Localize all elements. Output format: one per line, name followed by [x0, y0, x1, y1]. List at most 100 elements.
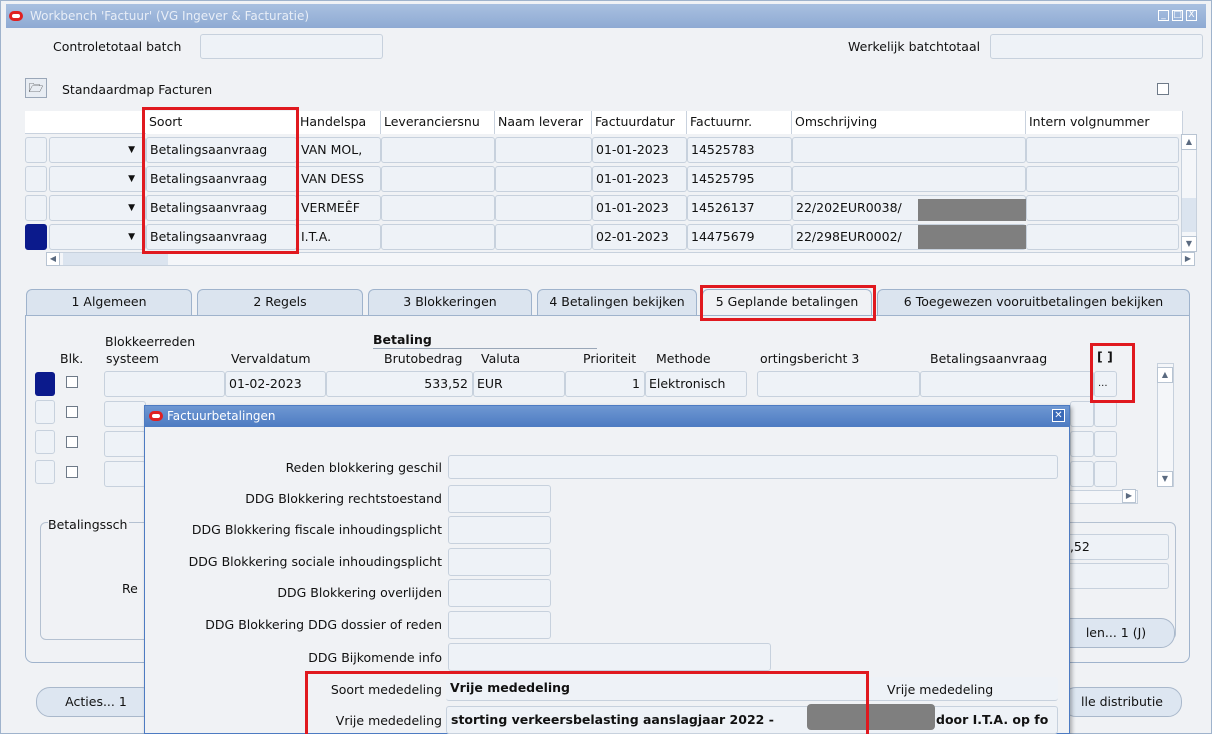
cell-ortingsbericht[interactable] — [757, 371, 920, 397]
grid-vertical-scrollbar[interactable] — [1181, 134, 1197, 252]
blk-checkbox[interactable] — [66, 376, 78, 388]
cell-leveranciersnummer[interactable] — [381, 166, 495, 192]
cell-factuurdatum[interactable]: 02-01-2023 — [592, 224, 687, 250]
folder-icon[interactable]: 🗁 — [25, 78, 47, 98]
cell-betalingsaanvraag[interactable] — [1070, 461, 1094, 487]
maximize-button[interactable]: □ — [1172, 10, 1183, 21]
cell-intern-volgnummer[interactable] — [1026, 137, 1179, 163]
cell-betalingsaanvraag[interactable] — [920, 371, 1094, 397]
cell-handelspartner[interactable]: VERMEÊF — [297, 195, 381, 221]
row-selector[interactable] — [25, 166, 47, 192]
cell-blokkeerreden[interactable] — [104, 461, 146, 487]
cell-intern-volgnummer[interactable] — [1026, 224, 1179, 250]
dialog-close-icon[interactable]: ✕ — [1052, 409, 1065, 422]
cell-soort[interactable]: Betalingsaanvraag — [146, 137, 297, 163]
field-ddg-sociale[interactable] — [448, 548, 551, 576]
scroll-up-icon[interactable]: ▲ — [1157, 367, 1173, 383]
scroll-right-icon[interactable]: ▶ — [1181, 252, 1195, 266]
sched-row-selector-current[interactable] — [35, 372, 55, 396]
row-dropdown[interactable]: ▼ — [49, 137, 146, 163]
cell-betalingsaanvraag[interactable] — [1070, 401, 1094, 427]
scroll-down-icon[interactable]: ▼ — [1157, 471, 1173, 487]
row-dropdown[interactable]: ▼ — [49, 166, 146, 192]
cell-naam-leverancier[interactable] — [495, 224, 592, 250]
grid-horizontal-scrollbar[interactable] — [46, 252, 1195, 266]
hscroll-thumb[interactable] — [63, 253, 168, 265]
cell-factuurdatum[interactable]: 01-01-2023 — [592, 195, 687, 221]
tab-regels[interactable]: 2 Regels — [197, 289, 363, 315]
cell-factuurnr[interactable]: 14526137 — [687, 195, 792, 221]
cell-intern-volgnummer[interactable] — [1026, 166, 1179, 192]
row-dropdown[interactable]: ▼ — [49, 195, 146, 221]
cell-blokkeerreden[interactable] — [104, 371, 225, 397]
col-factuurdatum[interactable]: Factuurdatur — [592, 111, 687, 134]
row-selector[interactable] — [25, 137, 47, 163]
scroll-left-icon[interactable]: ◀ — [46, 252, 60, 266]
cell-naam-leverancier[interactable] — [495, 137, 592, 163]
tab-algemeen[interactable]: 1 Algemeen — [26, 289, 192, 315]
cell-naam-leverancier[interactable] — [495, 166, 592, 192]
folder-checkbox[interactable] — [1157, 83, 1169, 95]
blk-checkbox[interactable] — [66, 406, 78, 418]
cell-brutobedrag[interactable]: 533,52 — [326, 371, 473, 397]
field-reden-blokkering-geschil[interactable] — [448, 455, 1058, 479]
cell-flex-dots[interactable] — [1094, 401, 1117, 427]
row-selector-current[interactable] — [25, 224, 47, 250]
sched-row-selector[interactable] — [35, 460, 55, 484]
distributie-button[interactable]: lle distributie — [1062, 687, 1182, 717]
cell-naam-leverancier[interactable] — [495, 195, 592, 221]
cell-prioriteit[interactable]: 1 — [565, 371, 645, 397]
tab-blokkeringen[interactable]: 3 Blokkeringen — [368, 289, 532, 315]
sched-row-selector[interactable] — [35, 400, 55, 424]
blk-checkbox[interactable] — [66, 466, 78, 478]
field-ddg-bijkomende-info[interactable] — [448, 643, 771, 671]
blk-checkbox[interactable] — [66, 436, 78, 448]
col-omschrijving[interactable]: Omschrijving — [792, 111, 1026, 134]
field-ddg-dossier[interactable] — [448, 611, 551, 639]
col-factuurnr[interactable]: Factuurnr. — [687, 111, 792, 134]
acties-button[interactable]: Acties... 1 — [36, 687, 156, 717]
cell-blokkeerreden[interactable] — [104, 431, 146, 457]
col-soort[interactable]: Soort — [146, 111, 297, 134]
cell-betalingsaanvraag[interactable] — [1070, 431, 1094, 457]
cell-omschrijving[interactable] — [792, 137, 1026, 163]
controletotaal-field[interactable] — [200, 34, 383, 59]
details-button[interactable]: len... 1 (J) — [1057, 618, 1175, 648]
field-ddg-overlijden[interactable] — [448, 579, 551, 607]
tab-geplande-betalingen[interactable]: 5 Geplande betalingen — [702, 289, 872, 315]
row-dropdown[interactable]: ▼ — [49, 224, 146, 250]
cell-intern-volgnummer[interactable] — [1026, 195, 1179, 221]
row-selector[interactable] — [25, 195, 47, 221]
cell-handelspartner[interactable]: VAN MOL, — [297, 137, 381, 163]
close-button[interactable]: X — [1186, 10, 1197, 21]
field-ddg-fiscale[interactable] — [448, 516, 551, 544]
tab-toegewezen-vooruitbetalingen[interactable]: 6 Toegewezen vooruitbetalingen bekijken — [877, 289, 1190, 315]
schema-amount-field[interactable]: 3,52 — [1057, 534, 1169, 560]
minimize-button[interactable]: _ — [1158, 10, 1169, 21]
col-leveranciersnummer[interactable]: Leveranciersnu — [381, 111, 495, 134]
cell-leveranciersnummer[interactable] — [381, 224, 495, 250]
cell-soort[interactable]: Betalingsaanvraag — [146, 166, 297, 192]
scroll-up-icon[interactable]: ▲ — [1181, 134, 1197, 150]
cell-factuurdatum[interactable]: 01-01-2023 — [592, 137, 687, 163]
col-handelspartner[interactable]: Handelspa — [297, 111, 381, 134]
cell-soort[interactable]: Betalingsaanvraag — [146, 195, 297, 221]
col-intern-volgnummer[interactable]: Intern volgnummer — [1026, 111, 1183, 134]
col-naam-leverancier[interactable]: Naam leverar — [495, 111, 592, 134]
sched-row-selector[interactable] — [35, 430, 55, 454]
cell-flex-dots[interactable] — [1094, 461, 1117, 487]
cell-omschrijving[interactable] — [792, 166, 1026, 192]
cell-valuta[interactable]: EUR — [473, 371, 565, 397]
scroll-thumb[interactable] — [1182, 198, 1196, 232]
cell-vervaldatum[interactable]: 01-02-2023 — [225, 371, 326, 397]
schema-field-2[interactable] — [1057, 563, 1169, 589]
cell-methode[interactable]: Elektronisch — [645, 371, 747, 397]
scroll-down-icon[interactable]: ▼ — [1181, 236, 1197, 252]
cell-handelspartner[interactable]: I.T.A. — [297, 224, 381, 250]
cell-soort[interactable]: Betalingsaanvraag — [146, 224, 297, 250]
cell-factuurnr[interactable]: 14525795 — [687, 166, 792, 192]
field-ddg-rechtstoestand[interactable] — [448, 485, 551, 513]
cell-factuurdatum[interactable]: 01-01-2023 — [592, 166, 687, 192]
tab-betalingen-bekijken[interactable]: 4 Betalingen bekijken — [537, 289, 697, 315]
cell-factuurnr[interactable]: 14475679 — [687, 224, 792, 250]
